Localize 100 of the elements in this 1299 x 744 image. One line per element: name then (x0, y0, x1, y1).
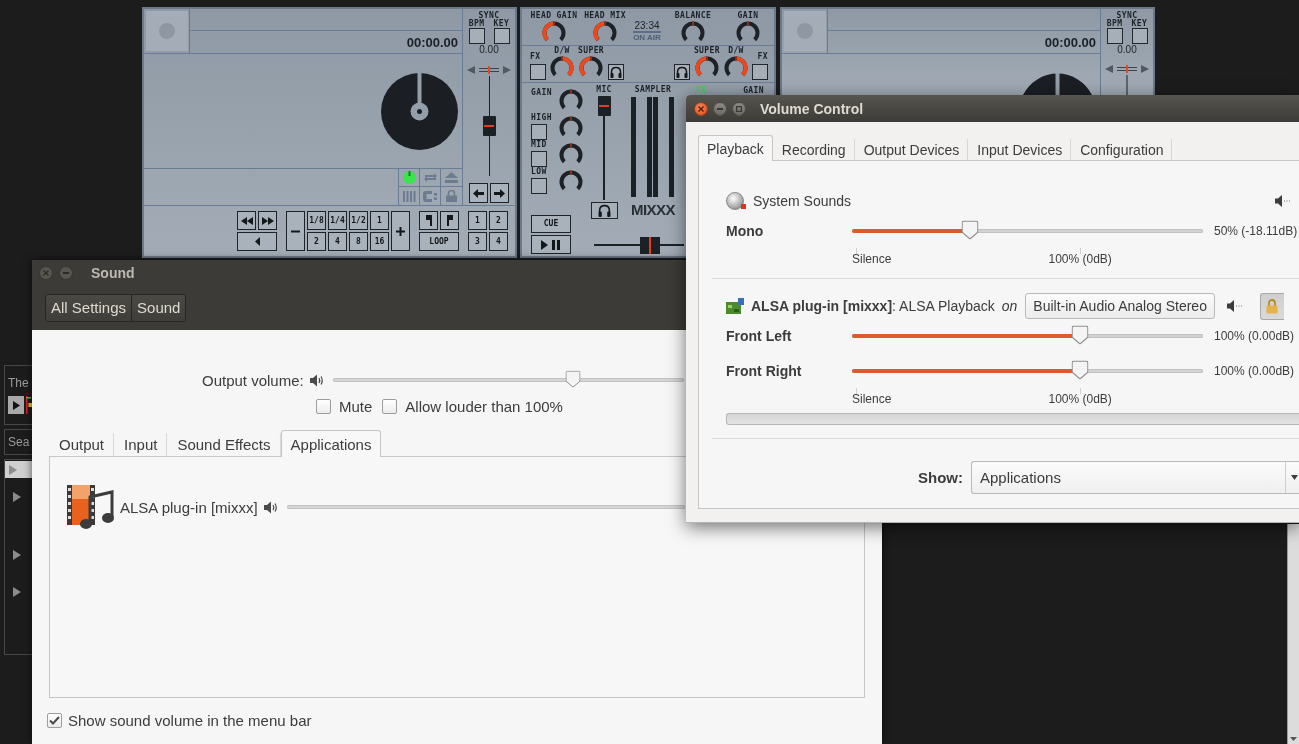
knob-label: SUPER (693, 47, 720, 55)
arrow-left-icon (473, 188, 484, 198)
slider-thumb[interactable] (565, 370, 581, 388)
loop-halve-button[interactable] (286, 211, 305, 251)
show-label: Show: (918, 469, 963, 486)
arrow-down-icon[interactable] (1290, 737, 1297, 741)
headphones-button[interactable] (673, 64, 690, 80)
loop-size-button[interactable]: 1 (370, 211, 389, 230)
nudge-left-button[interactable] (469, 183, 488, 203)
loop-size-button[interactable]: 1/2 (349, 211, 368, 230)
eq-kill-button[interactable] (531, 178, 547, 194)
fx-toggle-button[interactable] (530, 64, 546, 80)
slider-thumb[interactable] (1071, 325, 1089, 345)
close-icon (43, 269, 49, 276)
sync-key-button[interactable] (1131, 28, 1148, 44)
clock: 23:34 (633, 20, 661, 33)
sync-bpm-button[interactable] (468, 28, 485, 44)
connector-label: on (1001, 298, 1018, 314)
maximize-button[interactable] (732, 101, 746, 116)
loop-in-button[interactable] (419, 211, 438, 230)
loop-size-button[interactable]: 8 (349, 232, 368, 251)
pitch-slider-handle[interactable] (482, 116, 496, 136)
triangle-left-icon (254, 237, 260, 246)
film-music-icon (66, 483, 114, 531)
breadcrumb-button[interactable]: Sound (131, 294, 186, 321)
breadcrumb-button[interactable]: All Settings (46, 294, 132, 321)
channel-name: Front Right (726, 362, 803, 379)
loop-button[interactable]: LOOP (419, 232, 459, 251)
lock-channels-button[interactable] (1259, 292, 1284, 320)
volume-track[interactable] (286, 505, 685, 509)
tab[interactable]: Playback (698, 135, 773, 161)
play-button[interactable] (8, 396, 24, 414)
scrollbar[interactable] (1287, 524, 1299, 744)
crossfader[interactable] (594, 236, 684, 254)
expander-icon[interactable] (13, 586, 21, 597)
speaker-icon[interactable] (263, 500, 279, 514)
c-dots-icon[interactable] (423, 190, 437, 202)
mute-button[interactable] (1226, 299, 1243, 313)
slider-thumb[interactable] (961, 220, 979, 240)
loop-size-button[interactable]: 4 (328, 232, 347, 251)
expander-icon[interactable] (13, 549, 21, 560)
knob-label: D/W (554, 47, 570, 55)
loop-out-button[interactable] (440, 211, 459, 230)
window-title: Sound (91, 264, 135, 281)
rate-arrows-icon[interactable] (1105, 65, 1149, 95)
pitch-slider[interactable] (482, 76, 496, 176)
play-icon (12, 400, 20, 410)
mic-fader[interactable] (597, 96, 611, 200)
checkbox[interactable] (47, 713, 62, 728)
sync-label: SYNC (1116, 12, 1138, 20)
hotcue-button[interactable]: 1 (468, 211, 487, 230)
fader-handle[interactable] (597, 96, 611, 116)
checkbox[interactable] (382, 398, 398, 414)
track-time: 00:00.00 (406, 34, 458, 50)
hotcue-button[interactable]: 4 (489, 232, 508, 251)
headphones-button[interactable] (608, 64, 625, 80)
checkbox[interactable] (316, 398, 331, 414)
sync-key-button[interactable] (493, 28, 510, 44)
flag-icon (446, 215, 453, 226)
reverse-button[interactable] (237, 232, 277, 251)
mute-button[interactable] (1275, 194, 1291, 208)
gain-label: GAIN (743, 87, 764, 95)
fast-forward-button[interactable] (258, 211, 277, 230)
tab[interactable]: Applications (280, 430, 382, 457)
eq-kill-button[interactable] (531, 151, 547, 167)
eq-label: MID (531, 141, 547, 149)
hotcue-button[interactable]: 2 (489, 211, 508, 230)
loop-size-button[interactable]: 16 (370, 232, 389, 251)
speaker-icon[interactable] (309, 373, 325, 387)
play-pause-button[interactable] (531, 235, 571, 254)
eq-kill-button[interactable] (531, 124, 547, 140)
knob-label: SUPER (578, 47, 605, 55)
rewind-button[interactable] (237, 211, 256, 230)
headphones-button[interactable] (590, 202, 618, 219)
show-dropdown[interactable]: Applications (971, 461, 1299, 494)
minimize-button[interactable] (713, 101, 727, 116)
headphones-icon (675, 66, 688, 78)
fx-toggle-button[interactable] (752, 64, 768, 80)
loop-size-button[interactable]: 1/4 (328, 211, 347, 230)
sync-bpm-button[interactable] (1106, 28, 1123, 44)
device-button[interactable]: Built-in Audio Analog Stereo (1025, 293, 1215, 319)
slider-thumb[interactable] (1071, 360, 1089, 380)
expander-icon[interactable] (13, 491, 21, 502)
volume-reading: 50% (-18.11dB) (1213, 223, 1299, 238)
cue-button[interactable]: CUE (531, 215, 571, 233)
vinyl-icon[interactable] (381, 72, 458, 150)
loop-double-button[interactable] (391, 211, 410, 251)
tree-row[interactable] (5, 461, 33, 478)
rate-arrows-icon[interactable] (467, 66, 511, 74)
scale-label: Silence (852, 252, 892, 266)
power-knob-icon[interactable] (402, 171, 416, 184)
loop-size-button[interactable]: 1/8 (307, 211, 326, 230)
nudge-right-button[interactable] (490, 183, 509, 203)
crossfader-handle[interactable] (639, 236, 660, 254)
search-field[interactable]: Sea (4, 429, 33, 455)
close-icon (698, 105, 704, 112)
hotcue-button[interactable]: 3 (468, 232, 487, 251)
close-button[interactable] (694, 101, 708, 116)
loop-size-button[interactable]: 2 (307, 232, 326, 251)
fx-label: FX (757, 53, 768, 61)
